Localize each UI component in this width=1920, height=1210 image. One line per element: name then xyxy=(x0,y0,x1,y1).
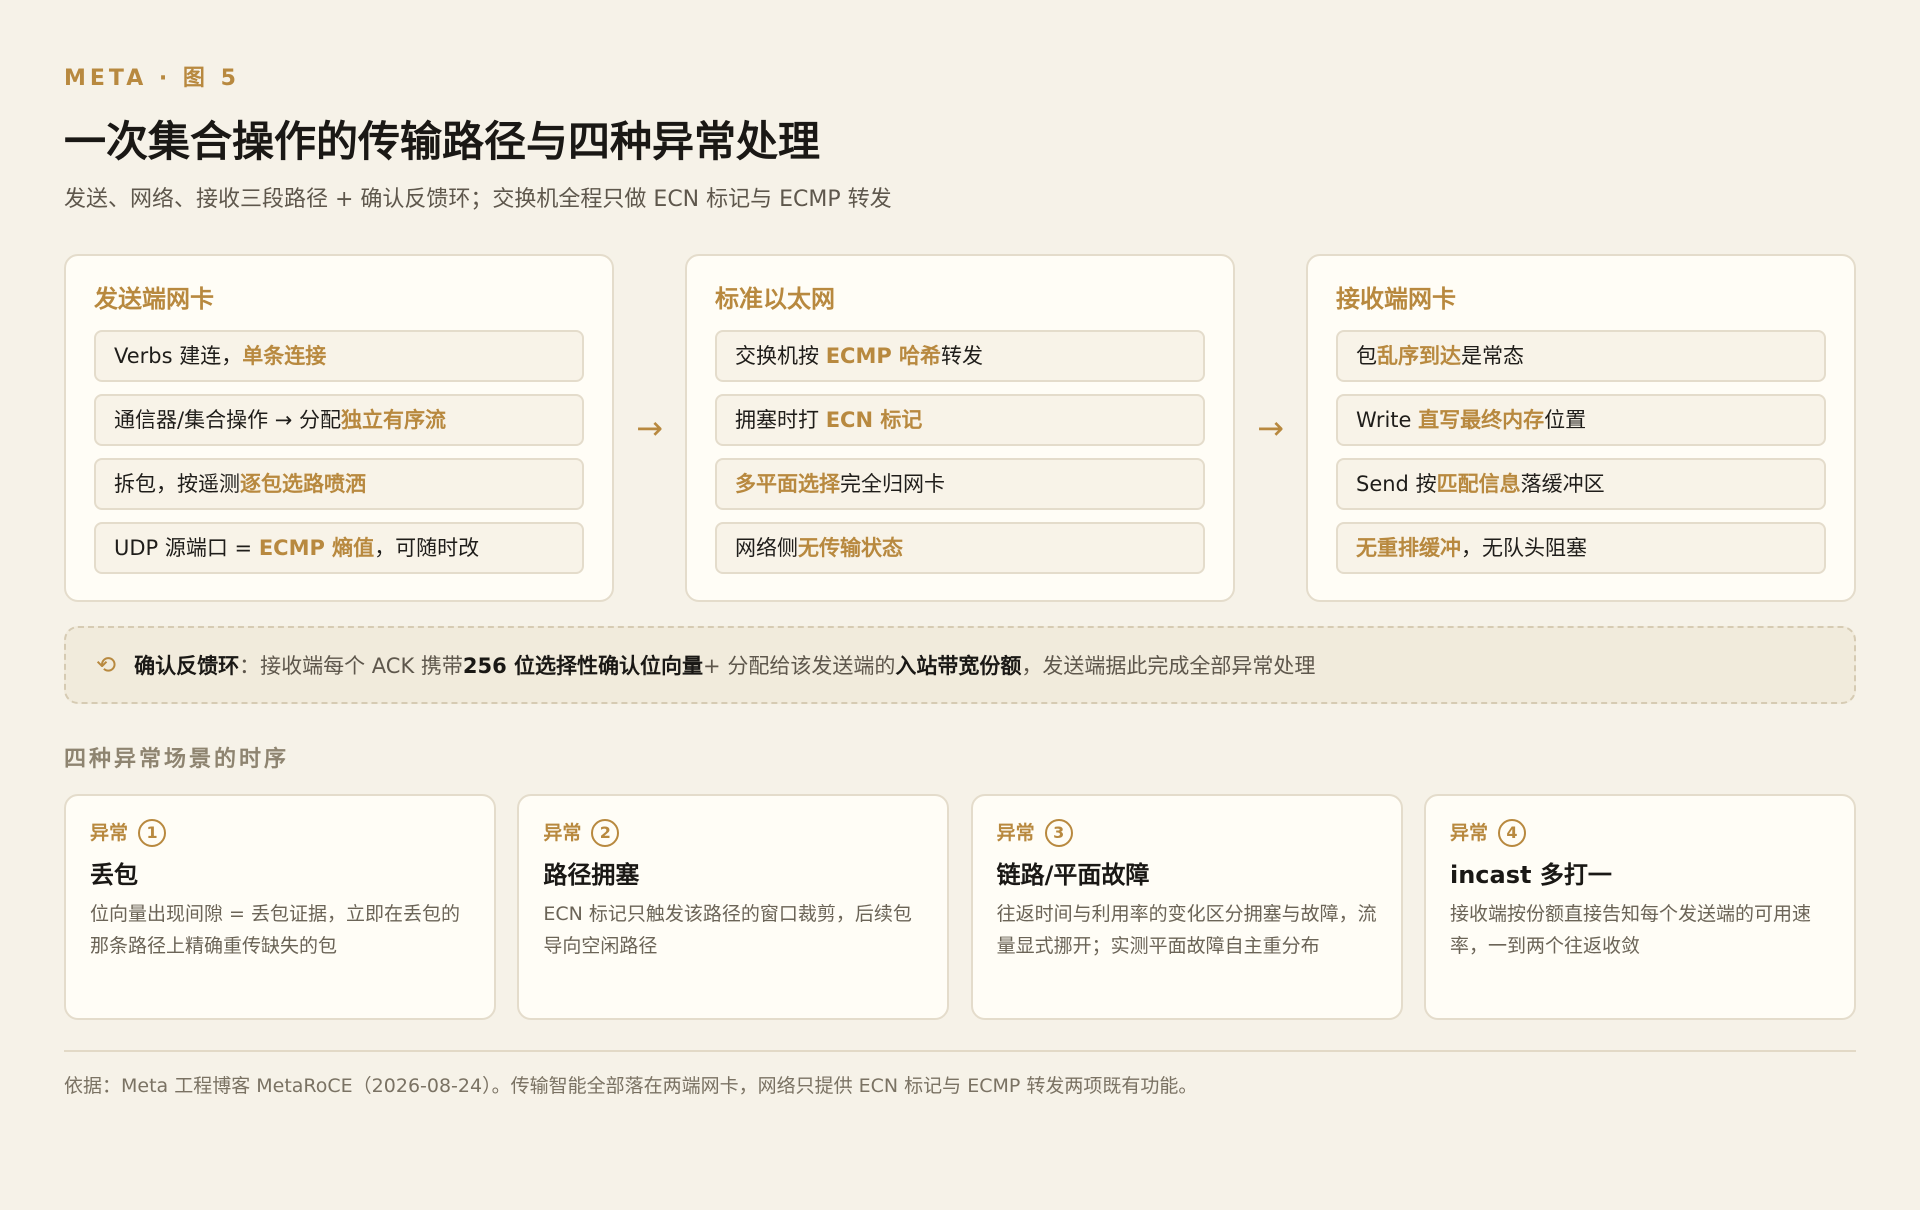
anomaly-description: ECN 标记只触发该路径的窗口裁剪，后续包导向空闲路径 xyxy=(543,903,912,957)
anomaly-card-link-failure: 异常 3 链路/平面故障 往返时间与利用率的变化区分拥塞与故障，流量显式挪开；实测… xyxy=(970,794,1403,1020)
source-footnote: 依据：Meta 工程博客 MetaRoCE（2026-08-24）。传输智能全部… xyxy=(64,1075,1198,1097)
number-circle-icon: 2 xyxy=(591,819,620,847)
stage-title: 发送端网卡 xyxy=(94,285,214,313)
stage-item: 包乱序到达是常态 xyxy=(1336,330,1826,382)
figure-eyebrow: META · 图 5 xyxy=(64,66,240,91)
anomaly-card-congestion: 异常 2 路径拥塞 ECN 标记只触发该路径的窗口裁剪，后续包导向空闲路径 xyxy=(517,794,950,1020)
anomaly-tag: 异常 1 xyxy=(90,818,470,848)
figure-page: META · 图 5 一次集合操作的传输路径与四种异常处理 发送、网络、接收三段… xyxy=(0,0,1920,1210)
anomaly-section-title: 四种异常场景的时序 xyxy=(64,747,290,772)
anomaly-description: 接收端按份额直接告知每个发送端的可用速率，一到两个往返收敛 xyxy=(1449,903,1811,957)
anomaly-tag: 异常 4 xyxy=(1450,818,1830,848)
stage-item: Send 按匹配信息落缓冲区 xyxy=(1336,458,1826,510)
anomaly-description: 位向量出现间隙 = 丢包证据，立即在丢包的那条路径上精确重传缺失的包 xyxy=(90,903,461,957)
page-title: 一次集合操作的传输路径与四种异常处理 xyxy=(64,117,821,166)
stage-item: 通信器/集合操作 → 分配独立有序流 xyxy=(94,394,584,446)
stage-item: Write 直写最终内存位置 xyxy=(1336,394,1826,446)
stage-item: Verbs 建连，单条连接 xyxy=(94,330,584,382)
stage-sender-nic: 发送端网卡 Verbs 建连，单条连接 通信器/集合操作 → 分配独立有序流 拆… xyxy=(64,254,614,602)
stage-item: 交换机按 ECMP 哈希转发 xyxy=(715,330,1205,382)
number-circle-icon: 4 xyxy=(1498,819,1526,847)
stage-item: 拆包，按遥测逐包选路喷洒 xyxy=(94,458,584,510)
number-circle-icon: 1 xyxy=(138,819,167,847)
anomaly-title: 链路/平面故障 xyxy=(996,861,1150,889)
ack-feedback-loop: ⟲ 确认反馈环 ：接收端每个 ACK 携带 256 位选择性确认位向量 + 分配… xyxy=(64,626,1856,704)
loop-label: 确认反馈环 xyxy=(134,654,240,678)
anomaly-cards: 异常 1 丢包 位向量出现间隙 = 丢包证据，立即在丢包的那条路径上精确重传缺失的… xyxy=(64,794,1856,1020)
anomaly-card-packet-loss: 异常 1 丢包 位向量出现间隙 = 丢包证据，立即在丢包的那条路径上精确重传缺失的… xyxy=(64,794,496,1020)
stage-item: 多平面选择完全归网卡 xyxy=(715,458,1205,510)
stage-ethernet: 标准以太网 交换机按 ECMP 哈希转发 拥塞时打 ECN 标记 多平面选择完全… xyxy=(685,254,1235,602)
transport-path-flow: 发送端网卡 Verbs 建连，单条连接 通信器/集合操作 → 分配独立有序流 拆… xyxy=(64,254,1856,602)
anomaly-title: incast 多打一 xyxy=(1449,861,1612,889)
stage-item: 拥塞时打 ECN 标记 xyxy=(715,394,1205,446)
anomaly-title: 路径拥塞 xyxy=(543,861,640,889)
flow-arrow-icon: → xyxy=(636,409,663,447)
footer-divider xyxy=(64,1050,1856,1052)
anomaly-tag: 异常 2 xyxy=(543,818,923,848)
stage-title: 接收端网卡 xyxy=(1336,285,1456,313)
number-circle-icon: 3 xyxy=(1044,819,1073,847)
loop-arrow-icon: ⟲ xyxy=(96,651,117,679)
stage-item: 网络侧无传输状态 xyxy=(715,522,1205,574)
anomaly-card-incast: 异常 4 incast 多打一 接收端按份额直接告知每个发送端的可用速率，一到两个… xyxy=(1423,794,1856,1020)
stage-receiver-nic: 接收端网卡 包乱序到达是常态 Write 直写最终内存位置 Send 按匹配信息… xyxy=(1306,254,1856,602)
page-subtitle: 发送、网络、接收三段路径 + 确认反馈环；交换机全程只做 ECN 标记与 ECM… xyxy=(64,187,892,212)
stage-item: UDP 源端口 = ECMP 熵值，可随时改 xyxy=(94,522,584,574)
anomaly-description: 往返时间与利用率的变化区分拥塞与故障，流量显式挪开；实测平面故障自主重分布 xyxy=(996,903,1377,957)
flow-arrow-icon: → xyxy=(1257,409,1284,447)
stage-title: 标准以太网 xyxy=(715,285,835,313)
anomaly-title: 丢包 xyxy=(90,861,138,889)
stage-item: 无重排缓冲，无队头阻塞 xyxy=(1336,522,1826,574)
anomaly-tag: 异常 3 xyxy=(997,818,1377,848)
